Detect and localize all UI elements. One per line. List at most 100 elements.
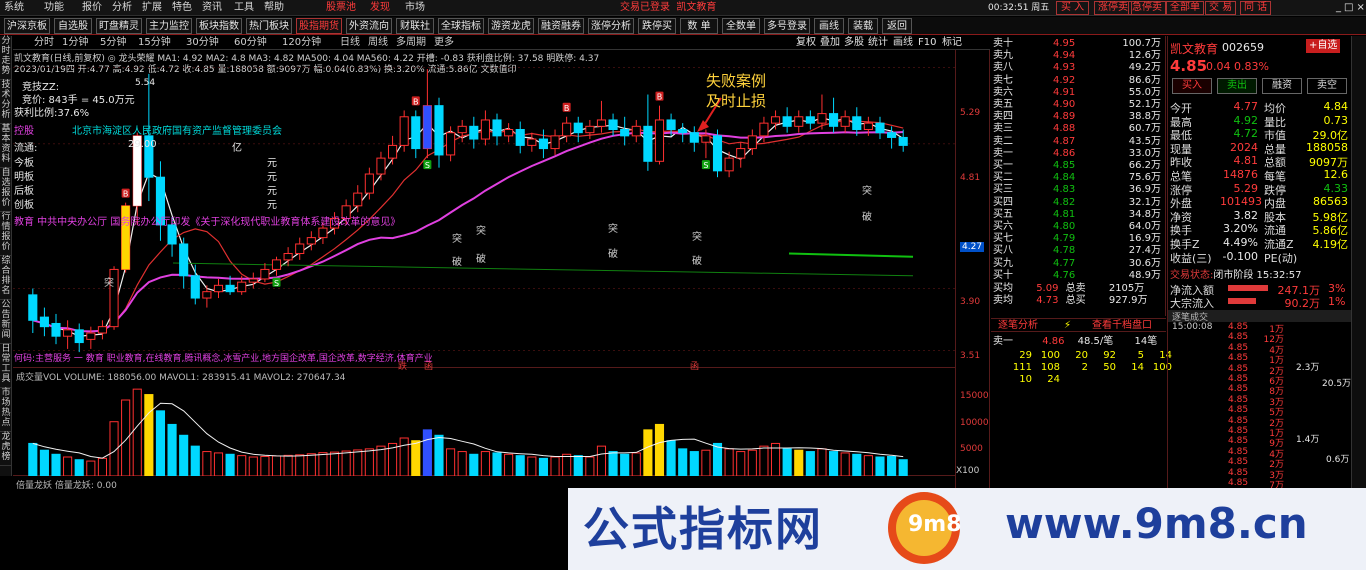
y-label-3.90: 3.90 xyxy=(960,297,981,307)
orderbook-row-buy-6: 买七 4.79 16.9万 xyxy=(993,233,1163,245)
buy-button[interactable]: 买入 xyxy=(1172,78,1212,94)
toolbar-button-18[interactable]: 装载 xyxy=(848,18,878,34)
menu-stock-pool[interactable]: 股票池 xyxy=(326,0,356,16)
js-sell-button[interactable]: 急停卖 xyxy=(1128,1,1166,15)
menu-item-0[interactable]: 系统 xyxy=(4,0,24,16)
left-tab-2[interactable]: 基本资料 xyxy=(0,124,12,168)
left-tab-6[interactable]: 公告新闻 xyxy=(0,300,12,344)
quote-value: 101493 xyxy=(1220,195,1262,209)
volume-bar xyxy=(701,449,711,477)
volume-bar xyxy=(295,454,305,477)
left-tab-0[interactable]: 分时走势 xyxy=(0,36,12,80)
toolbar-button-3[interactable]: 主力监控 xyxy=(146,18,192,34)
left-tab-5[interactable]: 综合排名 xyxy=(0,256,12,300)
candle-body xyxy=(39,316,49,328)
window-controls[interactable]: _□× xyxy=(1336,0,1366,16)
period-8[interactable]: 周线 xyxy=(368,36,388,50)
period-10[interactable]: 更多 xyxy=(434,36,454,50)
sell-button[interactable]: 卖出 xyxy=(1217,78,1257,94)
volume-bar xyxy=(63,456,73,477)
orderbook-row-sell-9: 卖一 4.86 33.0万 xyxy=(993,148,1163,160)
volume-bar xyxy=(747,449,757,477)
period-4[interactable]: 30分钟 xyxy=(186,36,219,50)
margin-button[interactable]: 融资 xyxy=(1262,78,1302,94)
period-9[interactable]: 多周期 xyxy=(396,36,426,50)
toolbar-button-15[interactable]: 全数单 xyxy=(722,18,760,34)
menu-item-6[interactable]: 资讯 xyxy=(202,0,222,16)
all-orders-button[interactable]: 交 易 xyxy=(1205,1,1237,15)
volume-bar xyxy=(538,457,548,477)
left-tab-7[interactable]: 日常工具 xyxy=(0,344,12,388)
left-tab-9[interactable]: 龙虎榜 xyxy=(0,432,12,466)
chart-tool-6[interactable]: 标记 xyxy=(942,36,962,50)
left-tab-1[interactable]: 技术分析 xyxy=(0,80,12,124)
toolbar-button-2[interactable]: 盯盘精灵 xyxy=(96,18,142,34)
toolbar-button-4[interactable]: 板块指数 xyxy=(196,18,242,34)
tab-tick-analysis[interactable]: 逐笔分析 xyxy=(998,320,1038,332)
trade-button[interactable]: 同 话 xyxy=(1240,1,1272,15)
period-3[interactable]: 15分钟 xyxy=(138,36,171,50)
buy-top-button[interactable]: 买 入 xyxy=(1056,1,1090,15)
menu-item-8[interactable]: 帮助 xyxy=(264,0,284,16)
mark-po-4: 破 xyxy=(692,256,702,267)
zt-sell-button[interactable]: 涨停卖 xyxy=(1094,1,1132,15)
menu-item-2[interactable]: 报价 xyxy=(82,0,102,16)
orderbook-row-sell-1: 卖九 4.94 12.6万 xyxy=(993,50,1163,62)
chart-tool-1[interactable]: 叠加 xyxy=(820,36,840,50)
left-tab-4[interactable]: 行情报价 xyxy=(0,212,12,256)
toolbar-button-9[interactable]: 全球指标 xyxy=(438,18,484,34)
period-6[interactable]: 120分钟 xyxy=(282,36,321,50)
chart-tool-3[interactable]: 统计 xyxy=(868,36,888,50)
toolbar-button-12[interactable]: 涨停分析 xyxy=(588,18,634,34)
toolbar-button-19[interactable]: 返回 xyxy=(882,18,912,34)
volume-bar xyxy=(329,451,340,477)
y-label-4.81: 4.81 xyxy=(960,173,981,183)
bs-label-2: B xyxy=(564,104,570,113)
menu-item-5[interactable]: 特色 xyxy=(172,0,192,16)
toolbar-button-1[interactable]: 自选股 xyxy=(54,18,92,34)
left-tab-8[interactable]: 市场热点 xyxy=(0,388,12,432)
toolbar-button-16[interactable]: 多号登录 xyxy=(764,18,810,34)
toolbar-button-0[interactable]: 沪深京板 xyxy=(4,18,50,34)
menu-discover[interactable]: 发现 xyxy=(370,0,390,16)
toolbar-button-11[interactable]: 融资融券 xyxy=(538,18,584,34)
menu-item-4[interactable]: 扩展 xyxy=(142,0,162,16)
period-5[interactable]: 60分钟 xyxy=(234,36,267,50)
toolbar-button-14[interactable]: 数 单 xyxy=(680,18,718,34)
qb-button[interactable]: 全部单 xyxy=(1166,1,1204,15)
menu-item-7[interactable]: 工具 xyxy=(234,0,254,16)
short-button[interactable]: 卖空 xyxy=(1307,78,1347,94)
period-0[interactable]: 分时 xyxy=(34,36,54,50)
volume-bar xyxy=(155,410,166,477)
tab-thousand-level[interactable]: 查看千档盘口 xyxy=(1092,320,1152,332)
queue-cell: 108 xyxy=(1040,362,1060,373)
volume-bar xyxy=(202,451,212,477)
toolbar-button-10[interactable]: 游资龙虎 xyxy=(488,18,534,34)
period-7[interactable]: 日线 xyxy=(340,36,360,50)
toolbar-button-13[interactable]: 跌停买 xyxy=(638,18,676,34)
candlestick-pane[interactable]: B B B B S S S xyxy=(13,50,955,368)
period-1[interactable]: 1分钟 xyxy=(62,36,88,50)
toolbar-button-6[interactable]: 股指期货 xyxy=(296,18,342,34)
orderbook-row-sell-5: 卖五 4.90 52.1万 xyxy=(993,99,1163,111)
period-2[interactable]: 5分钟 xyxy=(100,36,126,50)
chart-tool-5[interactable]: F10 xyxy=(918,36,936,50)
menu-item-1[interactable]: 功能 xyxy=(44,0,64,16)
left-tab-3[interactable]: 自选报价 xyxy=(0,168,12,212)
candle-body xyxy=(782,116,792,127)
flow-value: 90.2万 xyxy=(1284,297,1321,310)
toolbar-button-7[interactable]: 外资流向 xyxy=(346,18,392,34)
volume-bar xyxy=(875,456,885,477)
menu-item-3[interactable]: 分析 xyxy=(112,0,132,16)
chart-tool-0[interactable]: 复权 xyxy=(796,36,816,50)
volume-pane[interactable] xyxy=(13,369,955,477)
toolbar-button-5[interactable]: 热门板块 xyxy=(246,18,292,34)
chart-tool-4[interactable]: 画线 xyxy=(893,36,913,50)
ob-price: 4.86 xyxy=(1053,147,1076,159)
toolbar-button-8[interactable]: 财联社 xyxy=(396,18,434,34)
toolbar-button-17[interactable]: 画线 xyxy=(814,18,844,34)
menu-market[interactable]: 市场 xyxy=(405,0,425,16)
price-chart-svg: B B B B S S S xyxy=(13,66,955,353)
chart-tool-2[interactable]: 多股 xyxy=(844,36,864,50)
add-favorite-button[interactable]: +自选 xyxy=(1306,39,1341,53)
